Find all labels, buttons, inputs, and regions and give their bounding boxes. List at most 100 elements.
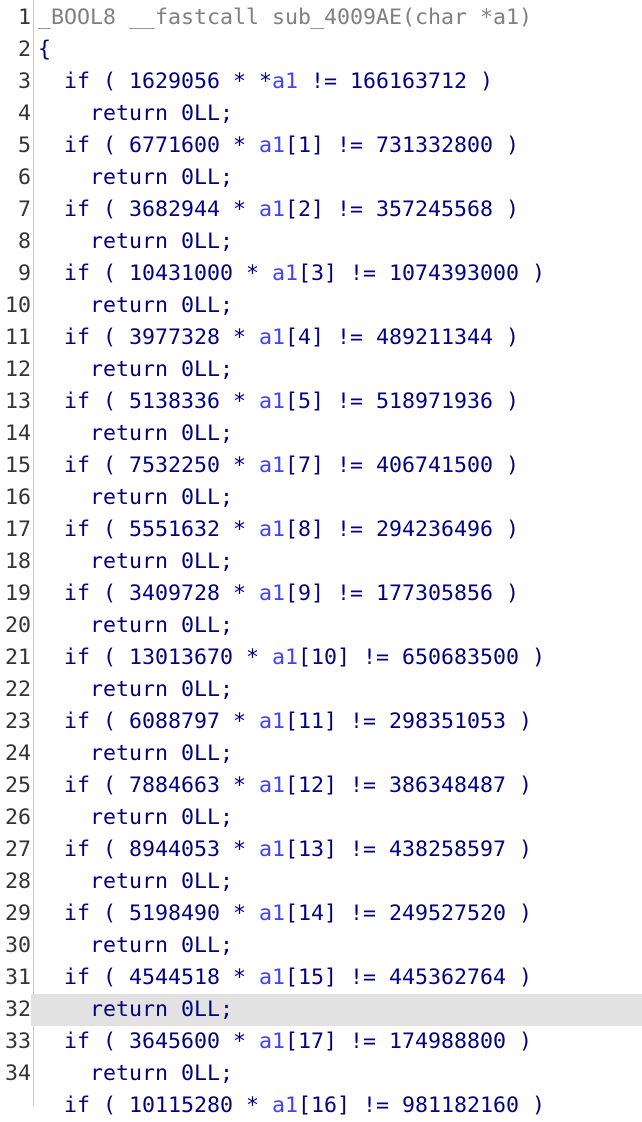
- code-text[interactable]: if ( 10431000 * a1[3] != 1074393000 ): [38, 258, 545, 290]
- code-token[interactable]: [15] != 445362764 ): [285, 965, 532, 990]
- code-line[interactable]: 8 return 0LL;: [0, 226, 642, 258]
- code-token[interactable]: [3] != 1074393000 ): [298, 261, 545, 286]
- code-line[interactable]: 33 if ( 3645600 * a1[17] != 174988800 ): [0, 1026, 642, 1058]
- code-token[interactable]: {: [38, 37, 51, 62]
- code-line[interactable]: 12 return 0LL;: [0, 354, 642, 386]
- code-line[interactable]: 9 if ( 10431000 * a1[3] != 1074393000 ): [0, 258, 642, 290]
- code-line[interactable]: 17 if ( 5551632 * a1[8] != 294236496 ): [0, 514, 642, 546]
- variable-token[interactable]: a1: [259, 901, 285, 926]
- code-token[interactable]: return 0LL;: [38, 1061, 233, 1086]
- variable-token[interactable]: a1: [259, 197, 285, 222]
- code-token[interactable]: return 0LL;: [38, 421, 233, 446]
- variable-token[interactable]: a1: [272, 645, 298, 670]
- variable-token[interactable]: a1: [259, 133, 285, 158]
- code-token[interactable]: [12] != 386348487 ): [285, 773, 532, 798]
- code-token[interactable]: return 0LL;: [38, 677, 233, 702]
- code-token[interactable]: return 0LL;: [38, 485, 233, 510]
- code-line[interactable]: 26 return 0LL;: [0, 802, 642, 834]
- code-line[interactable]: 11 if ( 3977328 * a1[4] != 489211344 ): [0, 322, 642, 354]
- code-token[interactable]: return 0LL;: [38, 165, 233, 190]
- code-token[interactable]: if ( 6088797 *: [38, 709, 259, 734]
- code-token[interactable]: if ( 7884663 *: [38, 773, 259, 798]
- code-token[interactable]: return 0LL;: [38, 741, 233, 766]
- variable-token[interactable]: a1: [259, 453, 285, 478]
- variable-token[interactable]: a1: [272, 69, 298, 94]
- pseudocode-view[interactable]: 1 _BOOL8 __fastcall sub_4009AE(char *a1) 2…: [0, 0, 642, 1118]
- code-line[interactable]: 27 if ( 8944053 * a1[13] != 438258597 ): [0, 834, 642, 866]
- variable-token[interactable]: a1: [259, 325, 285, 350]
- code-token[interactable]: [8] != 294236496 ): [285, 517, 519, 542]
- code-token[interactable]: if ( 1629056 * *: [38, 69, 272, 94]
- code-token[interactable]: [4] != 489211344 ): [285, 325, 519, 350]
- code-token[interactable]: return 0LL;: [38, 613, 233, 638]
- code-token[interactable]: [14] != 249527520 ): [285, 901, 532, 926]
- code-line[interactable]: 14 return 0LL;: [0, 418, 642, 450]
- code-line[interactable]: 15 if ( 7532250 * a1[7] != 406741500 ): [0, 450, 642, 482]
- code-lines[interactable]: 1 _BOOL8 __fastcall sub_4009AE(char *a1) 2…: [0, 2, 642, 1122]
- code-text[interactable]: if ( 6088797 * a1[11] != 298351053 ): [38, 706, 532, 738]
- code-text[interactable]: return 0LL;: [38, 354, 233, 386]
- code-line[interactable]: 23 if ( 6088797 * a1[11] != 298351053 ): [0, 706, 642, 738]
- code-text[interactable]: if ( 3682944 * a1[2] != 357245568 ): [38, 194, 519, 226]
- code-text[interactable]: if ( 13013670 * a1[10] != 650683500 ): [38, 642, 545, 674]
- variable-token[interactable]: a1: [259, 709, 285, 734]
- variable-token[interactable]: a1: [259, 581, 285, 606]
- code-text[interactable]: if ( 5198490 * a1[14] != 249527520 ): [38, 898, 532, 930]
- code-line[interactable]: 31 if ( 4544518 * a1[15] != 445362764 ): [0, 962, 642, 994]
- code-text[interactable]: return 0LL;: [38, 226, 233, 258]
- code-line[interactable]: 6 return 0LL;: [0, 162, 642, 194]
- code-text[interactable]: return 0LL;: [38, 866, 233, 898]
- code-line[interactable]: 18 return 0LL;: [0, 546, 642, 578]
- code-text[interactable]: if ( 5138336 * a1[5] != 518971936 ): [38, 386, 519, 418]
- code-text[interactable]: {: [38, 34, 51, 66]
- code-text[interactable]: return 0LL;: [38, 802, 233, 834]
- code-token[interactable]: [2] != 357245568 ): [285, 197, 519, 222]
- code-text[interactable]: return 0LL;: [38, 546, 233, 578]
- code-text[interactable]: return 0LL;: [38, 738, 233, 770]
- code-token[interactable]: if ( 5551632 *: [38, 517, 259, 542]
- code-token[interactable]: [9] != 177305856 ): [285, 581, 519, 606]
- code-line[interactable]: 10 return 0LL;: [0, 290, 642, 322]
- code-text[interactable]: if ( 1629056 * *a1 != 166163712 ): [38, 66, 493, 98]
- code-line[interactable]: 30 return 0LL;: [0, 930, 642, 962]
- code-line[interactable]: 21 if ( 13013670 * a1[10] != 650683500 ): [0, 642, 642, 674]
- code-token[interactable]: return 0LL;: [38, 933, 233, 958]
- code-token[interactable]: if ( 13013670 *: [38, 645, 272, 670]
- code-line[interactable]: 7 if ( 3682944 * a1[2] != 357245568 ): [0, 194, 642, 226]
- code-text[interactable]: return 0LL;: [38, 1058, 233, 1090]
- code-text[interactable]: return 0LL;: [38, 994, 233, 1026]
- code-text[interactable]: if ( 8944053 * a1[13] != 438258597 ): [38, 834, 532, 866]
- code-token[interactable]: [17] != 174988800 ): [285, 1029, 532, 1054]
- code-text[interactable]: return 0LL;: [38, 98, 233, 130]
- code-token[interactable]: [11] != 298351053 ): [285, 709, 532, 734]
- code-token[interactable]: if ( 5198490 *: [38, 901, 259, 926]
- variable-token[interactable]: a1: [259, 389, 285, 414]
- code-text[interactable]: return 0LL;: [38, 674, 233, 706]
- code-token[interactable]: return 0LL;: [38, 869, 233, 894]
- variable-token[interactable]: a1: [259, 837, 285, 862]
- variable-token[interactable]: a1: [259, 517, 285, 542]
- code-text[interactable]: if ( 3409728 * a1[9] != 177305856 ): [38, 578, 519, 610]
- code-line[interactable]: 22 return 0LL;: [0, 674, 642, 706]
- code-token[interactable]: [7] != 406741500 ): [285, 453, 519, 478]
- code-text[interactable]: return 0LL;: [38, 290, 233, 322]
- code-line[interactable]: 28 return 0LL;: [0, 866, 642, 898]
- code-text[interactable]: return 0LL;: [38, 162, 233, 194]
- code-line[interactable]: 32 return 0LL;: [0, 994, 642, 1026]
- code-token[interactable]: [5] != 518971936 ): [285, 389, 519, 414]
- code-text[interactable]: if ( 10115280 * a1[16] != 981182160 ): [38, 1090, 545, 1122]
- code-token[interactable]: return 0LL;: [38, 805, 233, 830]
- code-token[interactable]: if ( 7532250 *: [38, 453, 259, 478]
- code-token[interactable]: if ( 3682944 *: [38, 197, 259, 222]
- code-token[interactable]: if ( 10431000 *: [38, 261, 272, 286]
- code-line[interactable]: 24 return 0LL;: [0, 738, 642, 770]
- code-token[interactable]: if ( 3645600 *: [38, 1029, 259, 1054]
- code-text[interactable]: if ( 3645600 * a1[17] != 174988800 ): [38, 1026, 532, 1058]
- code-text[interactable]: _BOOL8 __fastcall sub_4009AE(char *a1): [38, 2, 532, 34]
- variable-token[interactable]: a1: [259, 773, 285, 798]
- code-text[interactable]: if ( 4544518 * a1[15] != 445362764 ): [38, 962, 532, 994]
- code-line[interactable]: 16 return 0LL;: [0, 482, 642, 514]
- code-text[interactable]: return 0LL;: [38, 930, 233, 962]
- code-text[interactable]: if ( 6771600 * a1[1] != 731332800 ): [38, 130, 519, 162]
- variable-token[interactable]: a1: [259, 1029, 285, 1054]
